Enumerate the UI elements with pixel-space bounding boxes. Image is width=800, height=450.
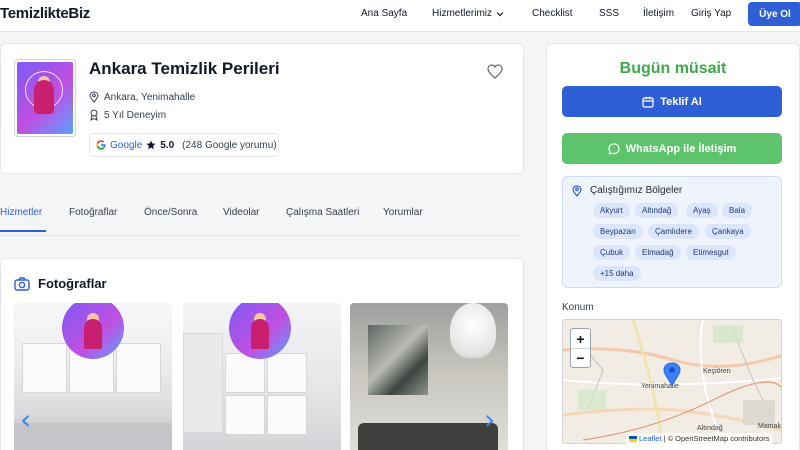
chevron-down-icon: [496, 11, 504, 16]
tab-reviews[interactable]: Yorumlar: [383, 207, 423, 218]
map-label: Mamak: [758, 423, 781, 430]
site-logo[interactable]: TemizlikteBiz: [0, 5, 90, 22]
region-chip[interactable]: Çubuk: [593, 245, 631, 260]
flag-icon: [629, 435, 637, 442]
rating-value: 5.0: [160, 139, 175, 151]
nav-login[interactable]: Giriş Yap: [691, 8, 731, 19]
map-zoom-control: + −: [570, 328, 591, 368]
photos-title: Fotoğraflar: [38, 276, 107, 291]
region-chip[interactable]: Altındağ: [635, 203, 679, 218]
calendar-icon: [642, 96, 654, 108]
whatsapp-label: WhatsApp ile İletişim: [625, 142, 737, 155]
google-icon: [96, 140, 106, 150]
company-logo: [14, 59, 76, 137]
region-chip[interactable]: Akyurt: [593, 203, 630, 218]
photo-kitchen[interactable]: [14, 303, 172, 450]
star-icon: [146, 140, 156, 150]
get-quote-label: Teklif Al: [660, 95, 702, 108]
chevron-left-icon[interactable]: ‹: [20, 406, 31, 434]
osm-attribution[interactable]: | © OpenStreetMap contributors: [664, 434, 770, 443]
chat-bubble-icon: [608, 142, 620, 155]
availability-status: Bugün müsait: [619, 60, 727, 77]
map-pin-icon: [572, 185, 582, 197]
zoom-out-button[interactable]: −: [571, 348, 590, 367]
region-chip[interactable]: Bala: [722, 203, 753, 218]
signup-button[interactable]: Üye Ol: [748, 2, 800, 26]
leaflet-link[interactable]: Leaflet: [639, 434, 662, 443]
experience-row: 5 Yıl Deneyim: [89, 109, 166, 121]
photo-bathroom[interactable]: [183, 303, 341, 450]
review-count: (248 Google yorumu): [182, 139, 277, 151]
tab-services[interactable]: Hizmetler: [0, 207, 42, 218]
region-chip[interactable]: Elmadağ: [635, 245, 681, 260]
nav-services-label: Hizmetlerimiz: [432, 8, 492, 19]
region-chip[interactable]: Beypazarı: [593, 224, 644, 239]
top-navbar: TemizlikteBiz Ana Sayfa Hizmetlerimiz Ch…: [0, 0, 800, 32]
nav-services[interactable]: Hizmetlerimiz: [432, 8, 504, 19]
favorite-heart-icon[interactable]: [487, 64, 503, 79]
nav-faq[interactable]: SSS: [599, 8, 619, 19]
location-label: Konum: [562, 302, 594, 313]
region-chip[interactable]: Etimesgut: [686, 245, 736, 260]
company-name: Ankara Temizlik Perileri: [89, 59, 280, 78]
award-icon: [90, 109, 98, 121]
tab-working-hours[interactable]: Çalışma Saatleri: [286, 207, 359, 218]
google-rating-badge[interactable]: Google 5.0 (248 Google yorumu): [89, 133, 279, 157]
nav-contact[interactable]: İletişim: [643, 8, 674, 19]
region-chip[interactable]: Çamlıdere: [648, 224, 699, 239]
zoom-in-button[interactable]: +: [571, 329, 590, 348]
camera-icon: [14, 277, 30, 291]
map-label: Keçiören: [703, 368, 731, 375]
tab-photos[interactable]: Fotoğraflar: [69, 207, 117, 218]
regions-title: Çalıştığımız Bölgeler: [590, 185, 683, 196]
more-regions-chip[interactable]: +15 daha: [593, 266, 641, 281]
google-label: Google: [110, 139, 143, 151]
map-label: Altındağ: [697, 425, 723, 432]
get-quote-button[interactable]: Teklif Al: [562, 86, 782, 117]
map-pin-icon: [89, 91, 99, 103]
nav-checklist[interactable]: Checklist: [532, 8, 573, 19]
tab-videos[interactable]: Videolar: [223, 207, 260, 218]
location-text: Ankara, Yenimahalle: [104, 91, 196, 103]
map-marker-icon[interactable]: [663, 362, 681, 386]
tab-before-after[interactable]: Önce/Sonra: [144, 207, 197, 218]
active-tab-indicator: [0, 230, 46, 232]
nav-home[interactable]: Ana Sayfa: [361, 8, 407, 19]
experience-text: 5 Yıl Deneyim: [104, 109, 167, 121]
whatsapp-button[interactable]: WhatsApp ile İletişim: [562, 133, 782, 164]
map-attribution: Leaflet | © OpenStreetMap contributors: [626, 433, 773, 444]
location-row: Ankara, Yenimahalle: [89, 91, 195, 103]
region-chip[interactable]: Çankaya: [705, 224, 751, 239]
chevron-right-icon[interactable]: ›: [484, 406, 495, 434]
region-chip[interactable]: Ayaş: [686, 203, 718, 218]
